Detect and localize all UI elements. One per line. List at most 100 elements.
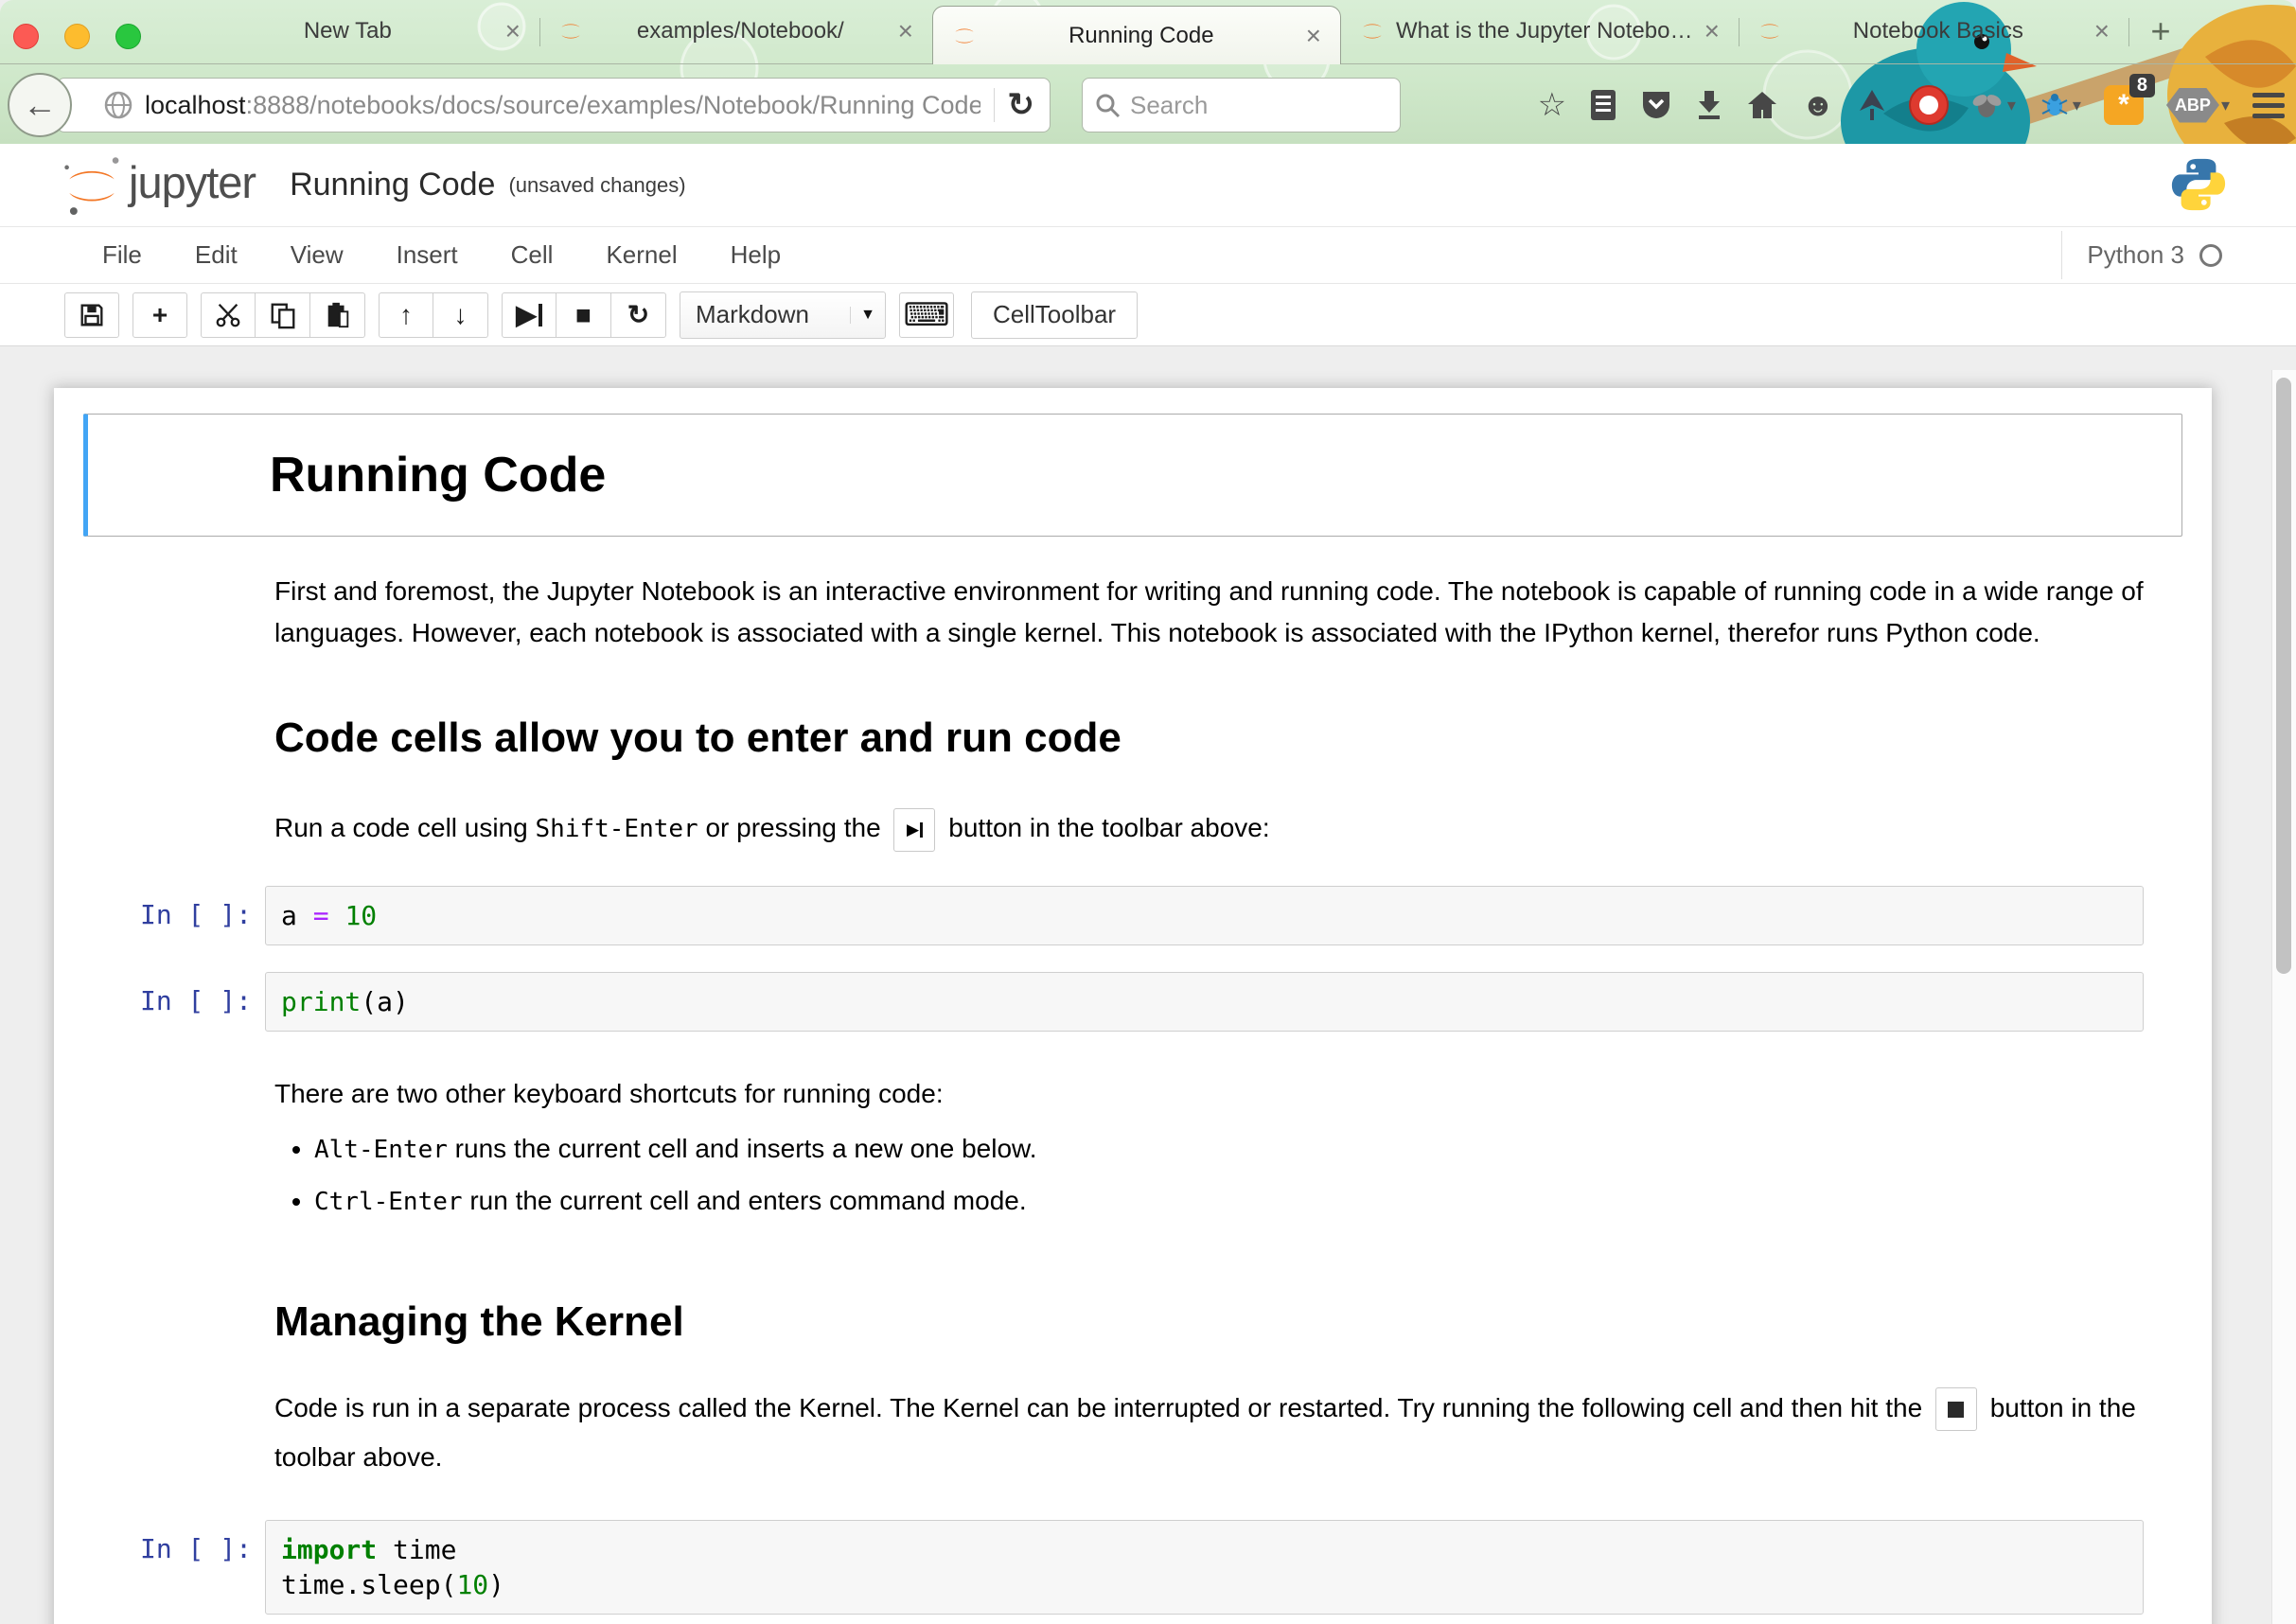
jupyter-logo[interactable]: jupyter [61,154,256,217]
copy-cell-button[interactable] [256,292,310,338]
menu-edit[interactable]: Edit [168,240,264,270]
list-item: Alt-Enter runs the current cell and inse… [314,1128,2212,1171]
keyboard-icon: ⌨ [903,296,949,334]
menu-help[interactable]: Help [704,240,807,270]
tab-label: What is the Jupyter Notebook [1386,18,1703,44]
new-tab-button[interactable]: + [2134,0,2187,63]
selected-markdown-cell[interactable]: Running Code [83,414,2182,537]
home-icon[interactable] [1746,90,1778,120]
run-cell-button[interactable]: ▶ [502,292,556,338]
url-text: localhost:8888/notebooks/docs/source/exa… [145,91,980,120]
dropdown-arrow-icon[interactable]: ▾ [2073,96,2081,115]
code-cell-print-a[interactable]: In [ ]: print(a) [54,972,2144,1032]
bookmark-star-icon[interactable]: ☆ [1538,89,1566,121]
blue-bug-addon-icon[interactable]: ▾ [2039,91,2081,119]
jupyter-header: jupyter Running Code (unsaved changes) [0,144,2296,227]
code-input[interactable]: a = 10 [265,886,2144,945]
browser-chrome: New Tab × examples/Notebook/ × Running C… [0,0,2296,144]
paste-cell-button[interactable] [310,292,365,338]
url-host: localhost [145,91,246,119]
intro-paragraph: First and foremost, the Jupyter Notebook… [54,571,2212,654]
duckduckgo-icon[interactable] [1909,85,1949,125]
select-arrow-icon: ▼ [850,307,875,324]
restart-icon: ↻ [627,302,649,328]
share-icon[interactable] [1858,88,1886,122]
feedback-smiley-icon[interactable]: ☻ [1801,89,1835,121]
search-icon [1094,92,1121,118]
notebook-toolbar: + ↑ ↓ ▶ ■ ↻ Markdown ▼ ⌨ CellToolbar [0,284,2296,346]
back-button[interactable]: ← [8,73,72,137]
stop-icon: ■ [575,302,592,328]
code-input[interactable]: print(a) [265,972,2144,1032]
reading-list-icon[interactable] [1589,88,1617,122]
move-cell-down-button[interactable]: ↓ [433,292,488,338]
code-cell-import-time[interactable]: In [ ]: import timetime.sleep(10) [54,1520,2144,1615]
save-button[interactable] [64,292,119,338]
addon-badge-icon[interactable]: * 8 [2104,85,2144,125]
tab-running-code-active[interactable]: Running Code × [932,6,1341,64]
move-cell-up-button[interactable]: ↑ [379,292,433,338]
tab-close-icon[interactable]: × [1703,18,1722,44]
add-cell-button[interactable]: + [132,292,187,338]
jupyter-favicon-icon [1358,17,1386,45]
interrupt-kernel-button[interactable]: ■ [556,292,611,338]
search-bar[interactable] [1082,78,1401,132]
section-heading-code-cells: Code cells allow you to enter and run co… [54,715,2212,762]
code-cell-a-equals-10[interactable]: In [ ]: a = 10 [54,886,2144,945]
notebook-title[interactable]: Running Code [290,167,495,203]
save-icon [78,301,106,329]
tab-close-icon[interactable]: × [503,18,522,44]
tab-close-icon[interactable]: × [2093,18,2111,44]
menu-kernel[interactable]: Kernel [579,240,703,270]
tab-close-icon[interactable]: × [1304,23,1323,49]
bug-addon-icon[interactable]: ▾ [1971,91,2016,119]
code-input[interactable]: import timetime.sleep(10) [265,1520,2144,1615]
command-palette-button[interactable]: ⌨ [899,292,954,338]
menu-hamburger-icon[interactable] [2252,93,2285,118]
download-icon[interactable] [1695,89,1723,121]
url-bar[interactable]: localhost:8888/notebooks/docs/source/exa… [57,78,1051,132]
close-window-button[interactable] [13,24,39,49]
menu-insert[interactable]: Insert [370,240,485,270]
cut-cell-button[interactable] [201,292,256,338]
menu-file[interactable]: File [76,240,168,270]
search-input[interactable] [1130,91,1367,120]
minimize-window-button[interactable] [64,24,90,49]
tab-close-icon[interactable]: × [896,18,915,44]
url-path: :8888/notebooks/docs/source/examples/Not… [246,91,980,119]
scrollbar-thumb[interactable] [2276,378,2291,974]
checkpoint-status: (unsaved changes) [508,173,685,198]
kernel-indicator: Python 3 [2061,231,2222,279]
tab-bar: New Tab × examples/Notebook/ × Running C… [0,0,2296,64]
run-instruction-line: Run a code cell using Shift-Enter or pre… [54,807,2212,852]
tab-examples-notebook[interactable]: examples/Notebook/ × [539,0,932,63]
dropdown-arrow-icon[interactable]: ▾ [2007,96,2016,115]
menu-view[interactable]: View [264,240,370,270]
zoom-window-button[interactable] [115,24,141,49]
cell-type-select[interactable]: Markdown ▼ [680,291,886,339]
tab-label: Notebook Basics [1784,18,2093,44]
copy-icon [269,301,297,329]
tab-new-tab[interactable]: New Tab × [175,0,539,63]
tab-notebook-basics[interactable]: Notebook Basics × [1739,0,2128,63]
addon-star-glyph: * [2118,89,2129,121]
menu-cell[interactable]: Cell [485,240,580,270]
dropdown-arrow-icon[interactable]: ▾ [2221,96,2230,115]
tab-what-is-jupyter[interactable]: What is the Jupyter Notebook × [1341,0,1739,63]
arrow-down-icon: ↓ [454,302,468,328]
kernel-paragraph: Code is run in a separate process called… [54,1384,2212,1482]
run-icon: ▶ [516,302,537,328]
pocket-icon[interactable] [1640,89,1672,121]
jupyter-logo-icon [61,154,123,217]
tab-label: Running Code [979,23,1304,49]
globe-icon [103,90,133,120]
page-scrollbar[interactable] [2271,370,2296,1624]
restart-kernel-button[interactable]: ↻ [611,292,666,338]
shortcuts-paragraph: There are two other keyboard shortcuts f… [54,1073,2212,1115]
adblock-plus-icon[interactable]: ABP ▾ [2166,88,2230,123]
kbd-ctrl-enter: Ctrl-Enter [314,1188,463,1216]
celltoolbar-button[interactable]: CellToolbar [971,291,1138,339]
notebook-container: Running Code First and foremost, the Jup… [54,388,2212,1624]
reload-button[interactable]: ↻ [1008,86,1051,124]
jupyter-favicon-icon [556,17,585,45]
